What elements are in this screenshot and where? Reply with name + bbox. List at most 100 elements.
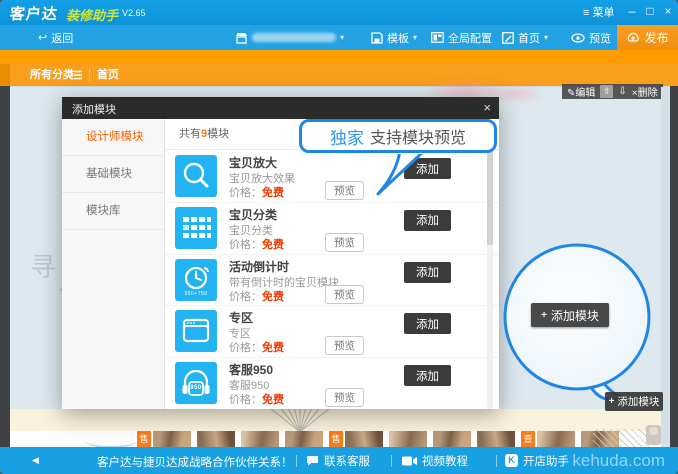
move-up-button[interactable]: ⇧: [600, 85, 613, 98]
publish-button[interactable]: 发布: [617, 25, 678, 50]
video-camera-icon: [402, 456, 417, 466]
tab-bar-edge: [0, 64, 10, 86]
toolbar: ↩ 返回 ▾ 模板 ▾ 全局配置: [0, 25, 678, 50]
sale-badge: 售: [329, 431, 343, 448]
app-window: 客户达 装修助手 V2.65 ≡ 菜单 – □ × ↩ 返回 ▾ 模板 ▾: [0, 0, 678, 474]
preview-button[interactable]: 预览: [325, 388, 364, 407]
module-title: 宝贝分类: [229, 206, 277, 223]
edit-page-icon: [502, 32, 514, 44]
add-button[interactable]: 添加: [404, 262, 451, 283]
floppy-icon: [371, 32, 383, 44]
k-badge-icon: K: [505, 454, 518, 467]
dialog-title: 添加模块: [72, 101, 116, 117]
module-title: 宝贝放大: [229, 154, 277, 171]
thumbnail-image: [285, 431, 323, 448]
delete-button[interactable]: ×删除: [632, 84, 658, 99]
preview-button[interactable]: 预览: [325, 336, 364, 355]
preview-button[interactable]: 预览: [325, 181, 364, 200]
chevron-down-icon: ▾: [544, 33, 548, 42]
minimize-button[interactable]: –: [624, 4, 640, 18]
dialog-header: 添加模块 ×: [62, 97, 499, 119]
preview-button[interactable]: 预览: [325, 233, 364, 252]
title-bar: 客户达 装修助手 V2.65 ≡ 菜单 – □ ×: [0, 0, 678, 25]
back-icon: ↩: [38, 31, 47, 44]
sidebar-item-module-library[interactable]: 模块库: [62, 193, 164, 230]
add-button[interactable]: 添加: [404, 210, 451, 231]
thumbnail-image: [389, 431, 427, 448]
module-row: 950 客服950 客服950 价格：免费 预览 添加: [165, 357, 499, 409]
maximize-button[interactable]: □: [642, 4, 658, 18]
thumbnail-image: [345, 431, 383, 448]
chevron-down-icon: ▾: [413, 33, 417, 42]
add-module-bubble: [495, 240, 665, 415]
alarm-clock-icon: 950+750: [175, 259, 217, 301]
sidebar-item-basic-modules[interactable]: 基础模块: [62, 156, 164, 193]
global-config-menu[interactable]: 全局配置: [431, 25, 492, 50]
dialog-close-icon[interactable]: ×: [483, 100, 491, 115]
shop-assistant-button[interactable]: K 开店助手: [505, 447, 569, 474]
callout-tail: [370, 150, 430, 196]
module-price: 价格：免费: [229, 236, 284, 252]
module-title: 活动倒计时: [229, 258, 289, 275]
chevron-down-icon: ▾: [340, 33, 344, 42]
cloud-upload-icon: [626, 32, 640, 43]
contact-support-button[interactable]: 联系客服: [306, 447, 370, 474]
announcement-prev-button[interactable]: ◀: [32, 447, 39, 474]
thumbnail-image: [241, 431, 279, 448]
module-title: 专区: [229, 309, 253, 326]
module-row: 宝贝放大 宝贝放大效果 价格：免费 预览 添加: [165, 150, 499, 203]
module-price: 价格：免费: [229, 339, 284, 355]
dialog-sidebar: 设计师模块 基础模块 模块库: [62, 119, 165, 409]
module-price: 价格：免费: [229, 288, 284, 304]
check-badge: 查: [521, 431, 535, 448]
separator: [391, 455, 392, 467]
callout-badge: 独家: [330, 124, 364, 149]
sidebar-item-designer-modules[interactable]: 设计师模块: [62, 119, 164, 156]
home-menu[interactable]: 首页 ▾: [502, 25, 548, 50]
account-name-blurred: [252, 33, 336, 42]
edit-button[interactable]: ✎编辑: [567, 84, 595, 99]
sale-badge: 售: [137, 431, 151, 448]
tab-bar: 所有分类 首页: [0, 64, 678, 86]
plus-icon: +: [609, 396, 615, 407]
plus-icon: +: [541, 310, 547, 321]
close-button[interactable]: ×: [660, 4, 676, 18]
callout-text: 支持模块预览: [370, 124, 466, 148]
video-tutorials-button[interactable]: 视频教程: [402, 447, 468, 474]
add-button[interactable]: 添加: [404, 365, 451, 386]
menu-button[interactable]: ≡ 菜单: [583, 4, 614, 20]
module-list: 共有9模块 宝贝放大 宝贝放大效果 价格：免费 预览 添加: [165, 119, 499, 409]
preview-button[interactable]: 预览: [325, 285, 364, 304]
thumbnail-image: [477, 431, 515, 448]
dialog-scrollbar-thumb[interactable]: [487, 150, 493, 245]
decor-figure: [646, 425, 661, 445]
tab-home[interactable]: 首页: [97, 64, 119, 86]
announcement-text: 客户达与捷贝达成战略合作伙伴关系！: [97, 454, 293, 470]
icon-label: 950: [163, 225, 205, 230]
magnifier-icon: [175, 155, 217, 197]
tab-all-categories[interactable]: 所有分类: [30, 64, 74, 86]
preview-button[interactable]: 预览: [571, 25, 611, 50]
list-view-icon[interactable]: [70, 70, 82, 80]
thumbnail-image: [197, 431, 235, 448]
dialog-scrollbar[interactable]: [487, 150, 493, 409]
template-menu[interactable]: 模板 ▾: [371, 25, 417, 50]
separator: [496, 455, 497, 467]
icon-label: 950: [175, 385, 217, 391]
icon-label: 950+750: [175, 291, 217, 297]
corner-add-module-button[interactable]: + 添加模块: [605, 392, 663, 411]
module-price: 价格：免费: [229, 184, 284, 200]
module-price: 价格：免费: [229, 391, 284, 407]
bubble-add-module-button[interactable]: + 添加模块: [531, 303, 609, 327]
move-down-button[interactable]: ⇩: [618, 86, 626, 97]
orange-band: [0, 50, 678, 64]
account-selector[interactable]: ▾: [235, 25, 344, 50]
preview-feature-callout: 独家 支持模块预览: [299, 119, 497, 153]
eye-icon: [571, 33, 585, 43]
back-button[interactable]: ↩ 返回: [38, 25, 73, 50]
module-row: 950+750 活动倒计时 带有倒计时的宝贝模块 价格：免费 预览 添加: [165, 254, 499, 307]
thumbnail-image: [537, 431, 575, 448]
module-edit-toolbar: ✎编辑 ⇧ ⇩ ×删除: [562, 84, 663, 99]
add-button[interactable]: 添加: [404, 313, 451, 334]
app-logo: 客户达: [9, 3, 59, 24]
